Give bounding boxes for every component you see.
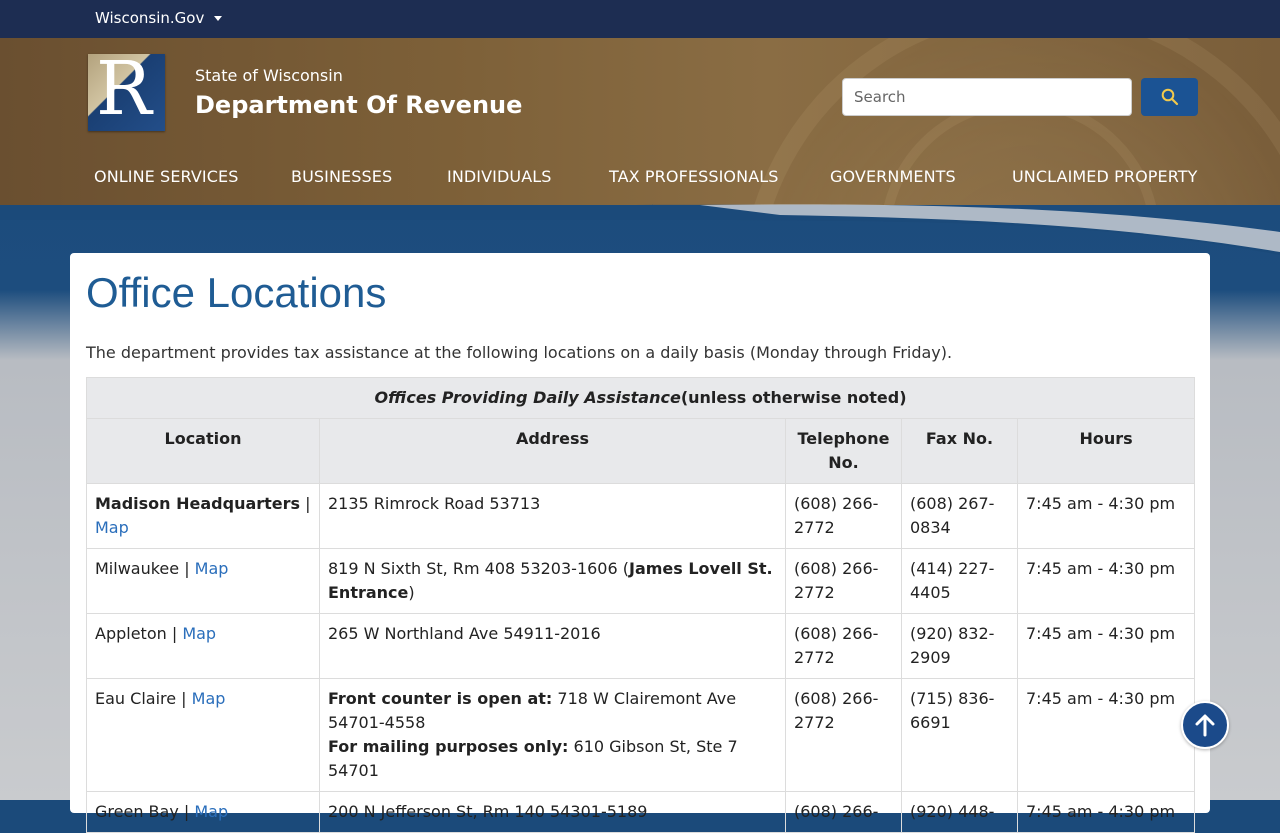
address-cell: 200 N Jefferson St, Rm 140 54301-5189 — [319, 791, 786, 833]
table-caption-row: Offices Providing Daily Assistance(unles… — [85, 377, 1196, 419]
location-cell: Madison Headquarters | Map — [86, 483, 320, 549]
intro-text: The department provides tax assistance a… — [86, 343, 953, 362]
fax-cell: (414) 227-4405 — [901, 548, 1018, 614]
search-icon — [1161, 88, 1178, 106]
table-row: Appleton | Map 265 W Northland Ave 54911-… — [86, 613, 1196, 679]
location-cell: Eau Claire | Map — [86, 678, 320, 792]
address-text: ) — [408, 583, 415, 602]
map-link[interactable]: Map — [192, 689, 226, 708]
hours-cell: 7:45 am - 4:30 pm — [1016, 613, 1196, 679]
table-row: Green Bay | Map 200 N Jefferson St, Rm 14… — [86, 791, 1196, 833]
address-cell: 819 N Sixth St, Rm 408 53203-1606 (James… — [319, 548, 786, 614]
address-text: Front counter is open at: — [328, 689, 553, 708]
table-row: Eau Claire | Map Front counter is open at… — [86, 678, 1196, 792]
address-cell: 265 W Northland Ave 54911-2016 — [319, 613, 786, 679]
address-text: 819 N Sixth St, Rm 408 53203-1606 ( — [328, 559, 629, 578]
hours-cell: 7:45 am - 4:30 pm — [1016, 548, 1196, 614]
address-text: 2135 Rimrock Road 53713 — [328, 494, 541, 513]
location-cell: Green Bay | Map — [86, 791, 320, 833]
map-link[interactable]: Map — [182, 624, 216, 643]
caption-rest: (unless otherwise noted) — [680, 388, 907, 407]
table-caption: Offices Providing Daily Assistance(unles… — [85, 377, 1196, 419]
location-name: Green Bay — [95, 802, 179, 821]
location-cell: Appleton | Map — [86, 613, 320, 679]
telephone-cell: (608) 266- — [785, 791, 902, 833]
table-body: Madison Headquarters | Map 2135 Rimrock R… — [86, 483, 1196, 833]
column-header-location: Location — [86, 418, 320, 484]
search-input[interactable] — [842, 78, 1132, 116]
caption-italic: Offices Providing Daily Assistance — [374, 388, 681, 407]
hours-cell: 7:45 am - 4:30 pm — [1016, 678, 1196, 792]
fax-cell: (920) 448- — [901, 791, 1018, 833]
fax-cell: (920) 832-2909 — [901, 613, 1018, 679]
wisconsin-gov-label: Wisconsin.Gov — [95, 9, 205, 27]
fax-cell: (608) 267-0834 — [901, 483, 1018, 549]
logo-letter: R — [96, 46, 152, 132]
column-header-fax: Fax No. — [901, 418, 1018, 484]
column-header-hours: Hours — [1016, 418, 1196, 484]
telephone-cell: (608) 266-2772 — [785, 613, 902, 679]
column-header-address: Address — [319, 418, 786, 484]
wisconsin-gov-menu[interactable]: Wisconsin.Gov — [95, 9, 223, 27]
address-text: 265 W Northland Ave 54911-2016 — [328, 624, 601, 643]
content-card: Office Locations The department provides… — [70, 253, 1210, 833]
location-cell: Milwaukee | Map — [86, 548, 320, 614]
column-header-telephone: Telephone No. — [785, 418, 902, 484]
location-name: Madison Headquarters — [95, 494, 301, 513]
address-cell: 2135 Rimrock Road 53713 — [319, 483, 786, 549]
address-text: 200 N Jefferson St, Rm 140 54301-5189 — [328, 802, 648, 821]
state-name: State of Wisconsin — [195, 66, 343, 85]
map-link[interactable]: Map — [95, 518, 129, 537]
table-row: Milwaukee | Map 819 N Sixth St, Rm 408 53… — [86, 548, 1196, 614]
fax-cell: (715) 836-6691 — [901, 678, 1018, 792]
location-name: Eau Claire — [95, 689, 177, 708]
telephone-cell: (608) 266-2772 — [785, 678, 902, 792]
address-cell: Front counter is open at: 718 W Clairemo… — [319, 678, 786, 792]
address-text: For mailing purposes only: — [328, 737, 569, 756]
map-link[interactable]: Map — [194, 802, 228, 821]
caret-down-icon — [214, 15, 223, 21]
table-header-row: Location Address Telephone No. Fax No. H… — [86, 418, 1196, 484]
page-title: Office Locations — [86, 269, 387, 316]
telephone-cell: (608) 266-2772 — [785, 548, 902, 614]
top-bar: Wisconsin.Gov — [0, 0, 1280, 38]
office-locations-table: Offices Providing Daily Assistance(unles… — [85, 377, 1196, 833]
location-name: Appleton — [95, 624, 167, 643]
dor-logo[interactable]: R — [88, 46, 165, 132]
department-name[interactable]: Department Of Revenue — [195, 91, 522, 119]
hours-cell: 7:45 am - 4:30 pm — [1016, 483, 1196, 549]
telephone-cell: (608) 266-2772 — [785, 483, 902, 549]
table-row: Madison Headquarters | Map 2135 Rimrock R… — [86, 483, 1196, 549]
search-button[interactable] — [1141, 78, 1198, 116]
scroll-to-top-button[interactable] — [1181, 701, 1229, 749]
location-name: Milwaukee — [95, 559, 180, 578]
hours-cell: 7:45 am - 4:30 pm — [1016, 791, 1196, 833]
arrow-up-icon — [1195, 714, 1215, 737]
map-link[interactable]: Map — [195, 559, 229, 578]
